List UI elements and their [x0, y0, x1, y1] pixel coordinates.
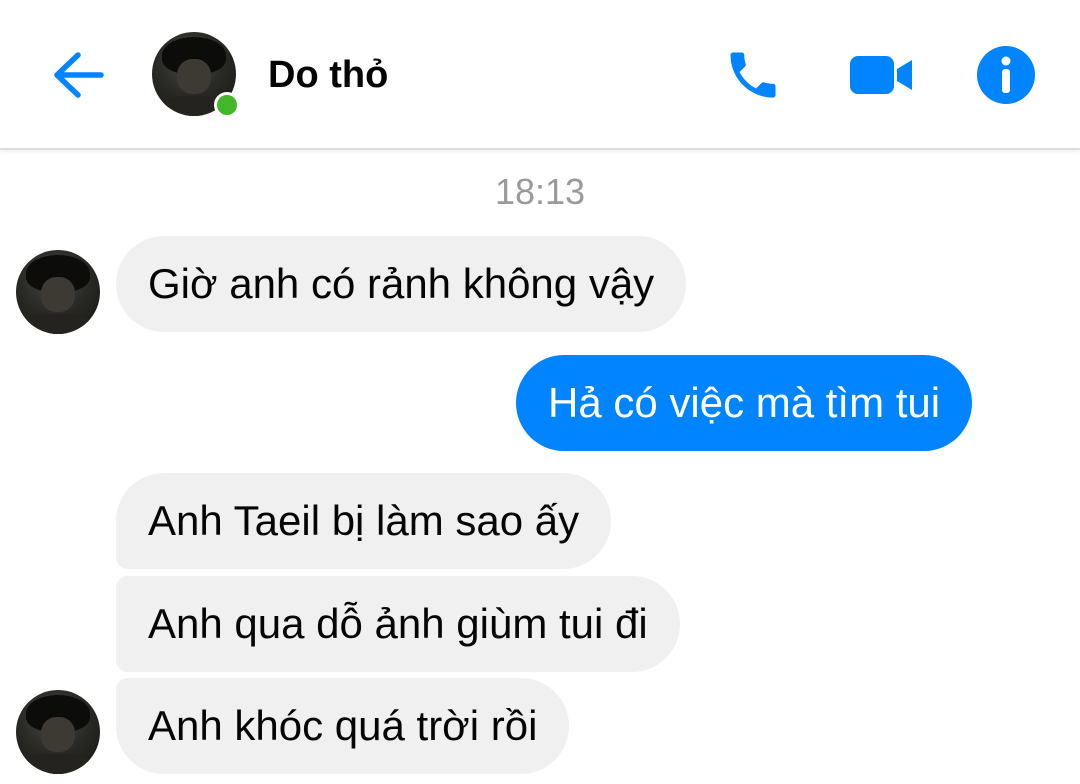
phone-icon	[730, 52, 776, 98]
conversation-info-button[interactable]	[973, 42, 1039, 108]
outgoing-message-bubble[interactable]: Hả có việc mà tìm tui	[516, 355, 973, 451]
incoming-message-bubble[interactable]: Giờ anh có rảnh không vậy	[116, 236, 687, 332]
chat-screen: Do thỏ 18:13 Giờ anh có rảnh không vậy H…	[0, 0, 1080, 784]
online-status-indicator	[214, 92, 240, 118]
sender-avatar[interactable]	[16, 690, 100, 774]
incoming-message-bubble[interactable]: Anh qua dỗ ảnh giùm tui đi	[116, 576, 680, 672]
info-icon	[977, 46, 1035, 104]
contact-name[interactable]: Do thỏ	[268, 52, 388, 98]
incoming-message-bubble[interactable]: Anh khóc quá trời rồi	[116, 678, 570, 774]
arrow-left-icon	[54, 52, 104, 98]
video-camera-icon	[850, 56, 912, 94]
incoming-message-bubble[interactable]: Anh Taeil bị làm sao ấy	[116, 473, 612, 569]
chat-header: Do thỏ	[0, 0, 1080, 150]
voice-call-button[interactable]	[720, 42, 786, 108]
video-call-button[interactable]	[848, 42, 914, 108]
back-button[interactable]	[50, 46, 108, 104]
sender-avatar[interactable]	[16, 250, 100, 334]
contact-avatar[interactable]	[152, 32, 240, 118]
message-timestamp: 18:13	[494, 171, 586, 212]
